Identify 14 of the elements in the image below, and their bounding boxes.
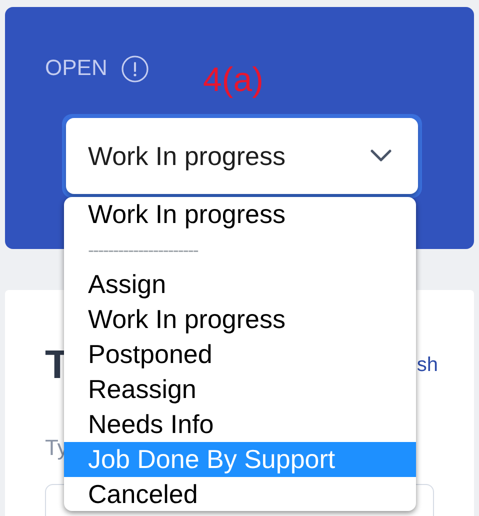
status-select[interactable]: Work In progress [66,118,418,194]
dropdown-option[interactable]: Postponed [64,337,416,372]
dropdown-option[interactable]: Needs Info [64,407,416,442]
refresh-link[interactable]: sh [416,350,438,380]
dropdown-option[interactable]: Reassign [64,372,416,407]
annotation-text: 4(a) [203,60,264,100]
dropdown-option[interactable]: Canceled [64,477,416,511]
dropdown-option[interactable]: Work In progress [64,197,416,232]
status-label: OPEN [45,55,108,81]
divider-option: ---------------------- [88,240,198,260]
chevron-down-icon [370,149,392,163]
dropdown-option[interactable]: Assign [64,267,416,302]
info-icon [121,55,150,83]
dropdown-option[interactable]: Work In progress [64,302,416,337]
